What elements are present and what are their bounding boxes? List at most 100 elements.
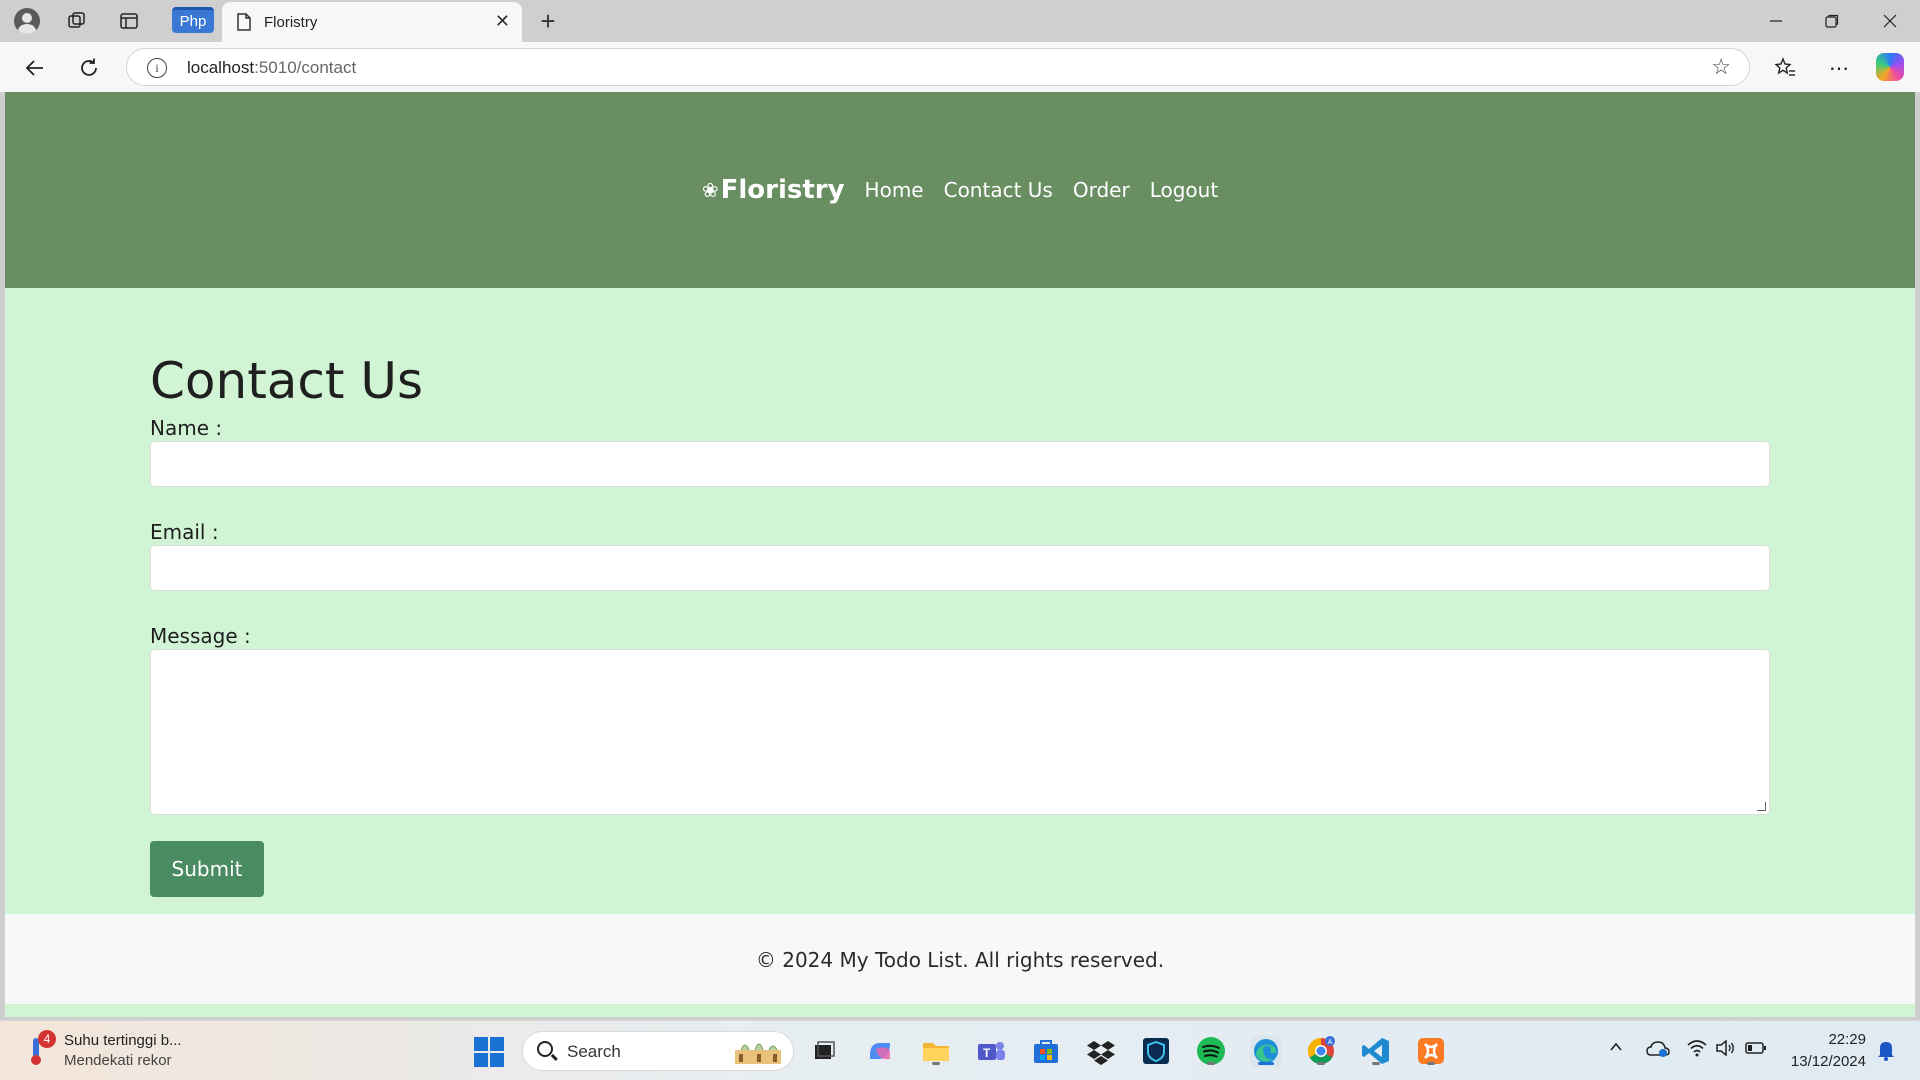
volume-icon[interactable] — [1715, 1039, 1735, 1062]
tab-floristry[interactable]: Floristry ✕ — [222, 2, 522, 42]
vscode-icon[interactable] — [1360, 1035, 1392, 1067]
address-bar[interactable]: i localhost:5010/contact ☆ — [126, 48, 1750, 86]
windows-logo-tile — [490, 1053, 504, 1067]
site-info-icon[interactable]: i — [147, 58, 167, 78]
footer-text: © 2024 My Todo List. All rights reserved… — [755, 948, 1165, 972]
running-indicator — [1207, 1062, 1215, 1065]
favorites-icon — [1774, 57, 1795, 76]
back-arrow-icon — [25, 60, 43, 76]
battery-icon[interactable] — [1745, 1039, 1767, 1062]
page-title: Contact Us — [150, 352, 424, 410]
new-tab-button[interactable]: + — [532, 5, 564, 37]
brand-link[interactable]: ❀ Floristry — [702, 175, 845, 205]
url-host: localhost — [187, 58, 255, 77]
task-view-graphic — [815, 1041, 835, 1059]
pinned-tab-php[interactable]: Php — [172, 7, 214, 33]
spotify-icon[interactable] — [1195, 1035, 1227, 1067]
flower-icon: ❀ — [701, 178, 719, 202]
restore-icon — [1825, 14, 1839, 28]
minimize-icon — [1770, 20, 1782, 22]
message-label: Message : — [150, 624, 251, 648]
close-icon — [1883, 14, 1897, 28]
minimize-button[interactable] — [1748, 6, 1804, 36]
windows-logo-tile — [490, 1037, 504, 1051]
favorite-star-icon[interactable]: ☆ — [1711, 54, 1731, 80]
search-icon — [537, 1041, 553, 1057]
favorites-button[interactable] — [1768, 51, 1802, 85]
name-input[interactable] — [150, 441, 1770, 487]
dropbox-icon[interactable] — [1085, 1035, 1117, 1067]
shield-graphic — [1143, 1038, 1169, 1064]
nav-contact-us[interactable]: Contact Us — [944, 178, 1053, 202]
store-icon[interactable] — [1030, 1035, 1062, 1067]
profile-button[interactable] — [11, 5, 43, 37]
email-input[interactable] — [150, 545, 1770, 591]
nav-order[interactable]: Order — [1073, 178, 1130, 202]
teams-graphic: T — [978, 1042, 1005, 1060]
bell-graphic — [1878, 1042, 1894, 1061]
more-options-button[interactable]: ⋯ — [1822, 51, 1856, 85]
edge-icon[interactable] — [1250, 1035, 1282, 1067]
nav-logout[interactable]: Logout — [1150, 178, 1218, 202]
site-footer: © 2024 My Todo List. All rights reserved… — [5, 914, 1915, 1004]
running-indicator — [932, 1062, 940, 1065]
xampp-icon[interactable] — [1415, 1035, 1447, 1067]
restore-button[interactable] — [1804, 6, 1860, 36]
close-window-button[interactable] — [1862, 6, 1918, 36]
message-textarea[interactable] — [150, 649, 1770, 815]
reload-button[interactable] — [72, 51, 106, 85]
workspaces-button[interactable] — [61, 5, 93, 37]
active-indicator — [1258, 1062, 1274, 1065]
cloud-graphic — [1646, 1041, 1670, 1057]
chevron-up-graphic — [1610, 1042, 1622, 1051]
name-label: Name : — [150, 416, 223, 440]
vertical-tabs-icon — [120, 13, 138, 29]
workspaces-icon — [68, 12, 85, 28]
show-hidden-icons-chevron-icon[interactable] — [1608, 1039, 1624, 1060]
svg-text:T: T — [983, 1046, 991, 1060]
system-clock[interactable]: 22:29 13/12/2024 — [1780, 1029, 1866, 1073]
windows-logo-icon — [474, 1037, 488, 1051]
wifi-icon[interactable] — [1686, 1039, 1708, 1062]
close-tab-icon[interactable]: ✕ — [495, 11, 510, 32]
search-highlight-icon — [735, 1043, 781, 1064]
chrome-icon[interactable]: A — [1305, 1035, 1337, 1067]
security-app-icon[interactable] — [1140, 1035, 1172, 1067]
task-view-icon[interactable] — [808, 1035, 840, 1067]
running-indicator — [1317, 1062, 1325, 1065]
back-button[interactable] — [18, 51, 52, 85]
brand-name: Floristry — [720, 175, 845, 205]
contact-form: Contact Us Name : Email : Message : Subm… — [150, 348, 1770, 897]
store-graphic — [1034, 1040, 1058, 1063]
start-button[interactable] — [474, 1037, 504, 1067]
copilot-icon[interactable] — [1876, 53, 1904, 81]
running-indicator — [1372, 1062, 1380, 1065]
url-text[interactable]: localhost:5010/contact — [187, 58, 356, 78]
weather-widget[interactable]: 4 Suhu tertinggi b... Mendekati rekor — [28, 1030, 208, 1072]
page-icon — [237, 13, 251, 31]
running-indicator — [1427, 1062, 1435, 1065]
teams-icon[interactable]: T — [975, 1035, 1007, 1067]
notifications-bell-icon[interactable] — [1876, 1039, 1896, 1061]
weather-subline: Mendekati rekor — [64, 1052, 172, 1069]
weather-headline: Suhu tertinggi b... — [64, 1032, 182, 1049]
file-explorer-icon[interactable] — [920, 1035, 952, 1067]
notification-badge: 4 — [38, 1030, 56, 1048]
dropbox-graphic — [1087, 1041, 1115, 1065]
battery-graphic — [1745, 1042, 1766, 1054]
nav-home[interactable]: Home — [865, 178, 924, 202]
site-header: ❀ Floristry Home Contact Us Order Logout — [5, 92, 1915, 288]
onedrive-icon[interactable] — [1646, 1039, 1670, 1064]
svg-text:A: A — [1328, 1039, 1333, 1046]
url-path: :5010/contact — [254, 58, 357, 77]
tab-actions-button[interactable] — [113, 5, 145, 37]
taskbar-search[interactable]: Search — [522, 1031, 794, 1071]
browser-toolbar: i localhost:5010/contact ☆ ⋯ — [0, 42, 1920, 92]
profile-icon — [14, 8, 40, 34]
windows-logo-tile — [474, 1053, 488, 1067]
taskbar: 4 Suhu tertinggi b... Mendekati rekor Se… — [0, 1020, 1920, 1080]
reload-icon — [81, 58, 97, 76]
copilot-graphic — [870, 1043, 890, 1060]
submit-button[interactable]: Submit — [150, 841, 264, 897]
copilot-taskbar-icon[interactable] — [864, 1035, 896, 1067]
